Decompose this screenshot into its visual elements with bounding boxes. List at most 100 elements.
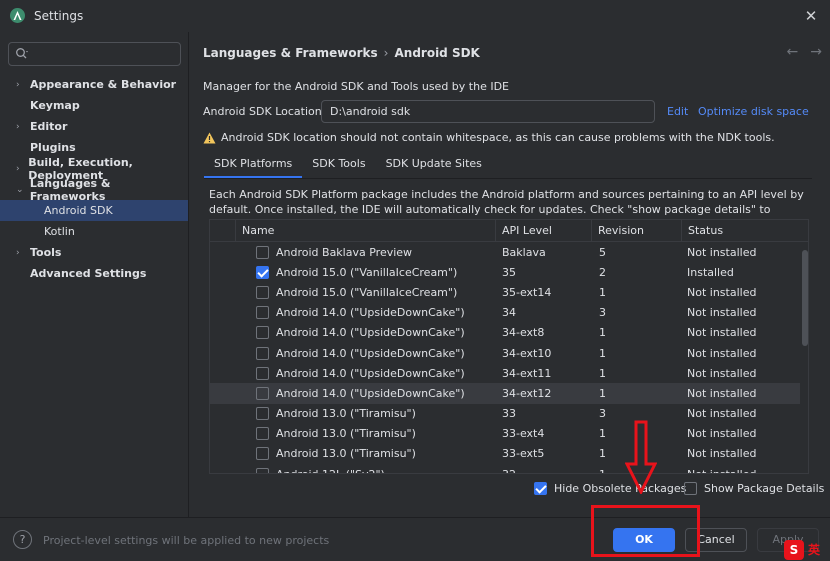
row-checkbox[interactable] — [256, 427, 269, 441]
table-row[interactable]: Android 14.0 ("UpsideDownCake") 34 3 Not in… — [210, 303, 800, 323]
sidebar-item-languages[interactable]: ⌄ Languages & Frameworks — [0, 177, 188, 203]
row-api-level: 34-ext12 — [502, 386, 552, 400]
column-header-revision[interactable]: Revision — [592, 220, 682, 242]
main-panel: Languages & Frameworks › Android SDK ← → M… — [190, 32, 830, 517]
sidebar-item-android-sdk[interactable]: Android SDK — [0, 200, 188, 221]
row-checkbox[interactable] — [256, 447, 269, 461]
sidebar-item-kotlin[interactable]: Kotlin — [0, 221, 188, 242]
row-name: Android 14.0 ("UpsideDownCake") — [276, 346, 465, 360]
breadcrumb: Languages & Frameworks › Android SDK — [203, 46, 480, 60]
footer-note: Project-level settings will be applied t… — [43, 534, 330, 547]
row-status: Not installed — [687, 468, 797, 473]
row-status: Not installed — [687, 366, 757, 380]
table-row[interactable]: Android 13.0 ("Tiramisu") 33-ext4 1 Not ins… — [210, 424, 800, 444]
row-status: Not installed — [687, 306, 757, 320]
table-scrollbar[interactable] — [802, 250, 808, 346]
row-revision: 1 — [599, 386, 606, 400]
optimize-disk-link[interactable]: Optimize disk space — [698, 105, 809, 118]
sidebar-item-label: Plugins — [30, 141, 76, 154]
breadcrumb-separator: › — [383, 46, 389, 60]
search-field[interactable] — [8, 42, 181, 66]
column-header-api[interactable]: API Level — [496, 220, 592, 242]
chevron-right-icon[interactable]: › — [16, 122, 30, 132]
back-arrow-icon[interactable]: ← — [787, 44, 799, 60]
show-details-option[interactable]: Show Package Details — [684, 482, 824, 495]
hide-obsolete-checkbox[interactable] — [534, 482, 547, 495]
help-icon[interactable]: ? — [13, 530, 32, 549]
row-checkbox[interactable] — [256, 467, 269, 473]
sidebar-item-tools[interactable]: › Tools — [0, 242, 188, 263]
row-name: Android 13.0 ("Tiramisu") — [276, 427, 416, 441]
row-name: Android 14.0 ("UpsideDownCake") — [276, 366, 465, 380]
table-row[interactable]: Android Baklava Preview Baklava 5 Not insta… — [210, 242, 800, 262]
dialog-footer: ? Project-level settings will be applied… — [0, 517, 830, 561]
row-revision: 5 — [599, 245, 606, 259]
row-checkbox[interactable] — [256, 245, 269, 259]
row-checkbox[interactable] — [256, 306, 269, 320]
page-description: Manager for the Android SDK and Tools us… — [203, 80, 510, 93]
row-checkbox[interactable] — [256, 285, 269, 299]
chevron-down-icon[interactable]: ⌄ — [16, 185, 30, 195]
row-api-level: 34-ext11 — [502, 366, 552, 380]
row-api-level: 34 — [502, 306, 516, 320]
sdk-location-label: Android SDK Location: — [203, 105, 326, 118]
row-name: Android 13.0 ("Tiramisu") — [276, 407, 416, 421]
sidebar-item-keymap[interactable]: Keymap — [0, 95, 188, 116]
sidebar-item-appearance[interactable]: › Appearance & Behavior — [0, 74, 188, 95]
show-details-checkbox[interactable] — [684, 482, 697, 495]
row-checkbox[interactable] — [256, 346, 269, 360]
table-row[interactable]: Android 13.0 ("Tiramisu") 33-ext5 1 Not ins… — [210, 444, 800, 464]
row-checkbox[interactable] — [256, 407, 269, 421]
search-icon — [16, 48, 28, 59]
table-row[interactable]: Android 14.0 ("UpsideDownCake") 34-ext8 1 N… — [210, 323, 800, 343]
search-input[interactable] — [35, 45, 175, 63]
row-checkbox[interactable] — [256, 366, 269, 380]
hide-obsolete-label: Hide Obsolete Packages — [554, 482, 687, 495]
table-row[interactable]: Android 15.0 ("VanillaIceCream") 35-ext14… — [210, 282, 800, 302]
row-checkbox[interactable] — [256, 326, 269, 340]
row-checkbox[interactable] — [256, 386, 269, 400]
row-status: Not installed — [687, 346, 757, 360]
tab-sdk-update-sites[interactable]: SDK Update Sites — [376, 153, 492, 178]
breadcrumb-parent[interactable]: Languages & Frameworks — [203, 46, 378, 60]
column-header-status[interactable]: Status — [682, 220, 800, 242]
sidebar-item-advanced[interactable]: Advanced Settings — [0, 263, 188, 284]
row-status: Not installed — [687, 447, 757, 461]
table-row[interactable]: Android 15.0 ("VanillaIceCream") 35 2 Insta… — [210, 262, 800, 282]
row-status: Not installed — [687, 245, 757, 259]
row-name: Android 15.0 ("VanillaIceCream") — [276, 265, 458, 279]
edit-link[interactable]: Edit — [667, 105, 688, 118]
row-revision: 1 — [599, 326, 606, 340]
close-icon[interactable]: ✕ — [800, 5, 822, 27]
row-checkbox[interactable] — [256, 265, 269, 279]
sidebar: › Appearance & Behavior Keymap › Editor … — [0, 32, 189, 517]
row-api-level: 32 — [502, 468, 599, 473]
chevron-right-icon[interactable]: › — [16, 164, 28, 174]
annotation-arrow-icon — [625, 420, 657, 494]
row-revision: 2 — [599, 265, 606, 279]
table-row[interactable]: Android 14.0 ("UpsideDownCake") 34-ext12 1… — [210, 383, 800, 404]
chevron-right-icon[interactable]: › — [16, 248, 30, 258]
tab-sdk-platforms[interactable]: SDK Platforms — [204, 153, 303, 178]
column-header-name[interactable]: Name — [236, 220, 496, 242]
row-status: Not installed — [687, 285, 757, 299]
show-details-label: Show Package Details — [704, 482, 825, 495]
title-bar: Settings ✕ — [0, 0, 830, 32]
tab-sdk-tools[interactable]: SDK Tools — [302, 153, 375, 178]
forward-arrow-icon[interactable]: → — [810, 44, 822, 60]
sidebar-item-label: Appearance & Behavior — [30, 78, 177, 91]
sidebar-item-label: Kotlin — [44, 225, 75, 238]
row-status: Not installed — [687, 427, 757, 441]
sdk-platforms-table: Name API Level Revision Status Android B… — [209, 219, 809, 474]
sidebar-item-editor[interactable]: › Editor — [0, 116, 188, 137]
sdk-location-field[interactable]: D:\android sdk — [321, 100, 655, 123]
chevron-right-icon[interactable]: › — [16, 80, 30, 90]
ime-indicator[interactable]: S 英 — [784, 538, 830, 561]
table-row[interactable]: Android 13.0 ("Tiramisu") 33 3 Not installe… — [210, 404, 800, 424]
row-name: Android 14.0 ("UpsideDownCake") — [276, 386, 465, 400]
table-row[interactable]: Android 12L ("Sv2")321Not installed — [210, 464, 800, 473]
ime-language: 英 — [808, 543, 821, 557]
table-row[interactable]: Android 14.0 ("UpsideDownCake") 34-ext11 1… — [210, 363, 800, 383]
hide-obsolete-option[interactable]: Hide Obsolete Packages — [534, 482, 686, 495]
table-row[interactable]: Android 14.0 ("UpsideDownCake") 34-ext10 1… — [210, 343, 800, 363]
